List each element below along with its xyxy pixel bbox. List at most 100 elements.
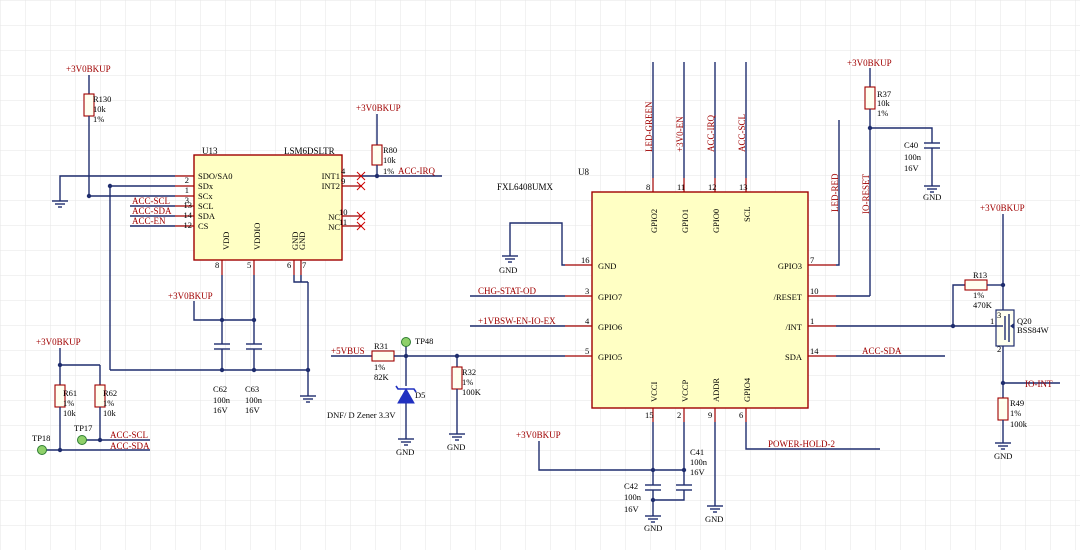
svg-text:1%: 1%: [462, 377, 473, 387]
svg-text:/RESET: /RESET: [774, 292, 803, 302]
svg-text:1%: 1%: [973, 290, 984, 300]
svg-text:GPIO3: GPIO3: [778, 261, 802, 271]
svg-text:ADDR: ADDR: [711, 378, 721, 402]
net-chg-stat: CHG-STAT-OD: [478, 286, 536, 296]
net-acc-en: ACC-EN: [132, 216, 166, 226]
svg-text:1%: 1%: [877, 108, 888, 118]
net-acc-sda: ACC-SDA: [132, 206, 172, 216]
svg-text:GND: GND: [598, 261, 616, 271]
svg-text:10k: 10k: [383, 155, 397, 165]
svg-text:VCCI: VCCI: [649, 382, 659, 402]
svg-text:1: 1: [990, 316, 994, 326]
svg-text:R62: R62: [103, 388, 117, 398]
svg-text:10: 10: [810, 286, 819, 296]
svg-text:100n: 100n: [904, 152, 922, 162]
svg-text:GPIO1: GPIO1: [680, 209, 690, 233]
svg-text:10k: 10k: [93, 104, 107, 114]
svg-text:TP18: TP18: [32, 433, 50, 443]
power-label: +3V0BKUP: [66, 64, 111, 74]
u13-pin-num: 6: [287, 260, 291, 270]
power-label: +3V0BKUP: [168, 291, 213, 301]
svg-text:GPIO4: GPIO4: [742, 377, 752, 402]
net-acc-irq: ACC-IRQ: [706, 114, 716, 152]
tp48-testpoint[interactable]: TP48: [401, 336, 434, 347]
u13-pin-num: 1: [185, 185, 189, 195]
svg-text:SDA: SDA: [785, 352, 803, 362]
u13-pin-num: 9: [341, 176, 345, 186]
svg-text:GPIO5: GPIO5: [598, 352, 622, 362]
u13-pin-num: 13: [184, 200, 193, 210]
svg-text:GND: GND: [447, 442, 465, 452]
u8-ref: U8: [578, 167, 589, 177]
u13-pin-num: 12: [184, 220, 193, 230]
u13-accelerometer[interactable]: U13 LSM6DSLTR 2 1 3 13 14 12 SDO/SA0 SDx…: [175, 146, 362, 275]
u13-pin-num: 8: [215, 260, 219, 270]
svg-text:100k: 100k: [1010, 419, 1028, 429]
grid-background: [0, 0, 1080, 550]
svg-text:GND: GND: [644, 523, 662, 533]
svg-text:2: 2: [997, 344, 1001, 354]
svg-text:TP48: TP48: [415, 336, 433, 346]
svg-text:15: 15: [645, 410, 654, 420]
gnd-label: GND: [499, 265, 517, 275]
power-label: +3V0BKUP: [516, 430, 561, 440]
svg-text:100n: 100n: [213, 395, 231, 405]
svg-text:D5: D5: [415, 390, 425, 400]
svg-text:12: 12: [708, 182, 717, 192]
u13-pin-name: SCx: [198, 191, 213, 201]
svg-text:100n: 100n: [245, 395, 263, 405]
svg-text:GPIO6: GPIO6: [598, 322, 622, 332]
svg-text:16V: 16V: [690, 467, 706, 477]
schematic-canvas: U13 LSM6DSLTR 2 1 3 13 14 12 SDO/SA0 SDx…: [0, 0, 1080, 550]
svg-text:C62: C62: [213, 384, 227, 394]
svg-text:470K: 470K: [973, 300, 993, 310]
svg-text:TP17: TP17: [74, 423, 92, 433]
net-led-red: LED-RED: [830, 173, 840, 212]
u13-pin-name: VDDIO: [252, 223, 262, 250]
u13-pin-name: SDA: [198, 211, 216, 221]
svg-text:9: 9: [708, 410, 712, 420]
power-label: +3V0BKUP: [356, 103, 401, 113]
svg-text:16V: 16V: [213, 405, 229, 415]
svg-text:GND: GND: [923, 192, 941, 202]
net-led-green: LED-GREEN: [644, 101, 654, 152]
svg-text:10k: 10k: [877, 98, 891, 108]
svg-text:3: 3: [997, 310, 1001, 320]
svg-text:6: 6: [739, 410, 743, 420]
svg-text:R31: R31: [374, 341, 388, 351]
u13-part: LSM6DSLTR: [284, 146, 335, 156]
svg-text:GPIO2: GPIO2: [649, 209, 659, 233]
svg-text:100n: 100n: [690, 457, 708, 467]
u13-pin-num: 14: [184, 210, 193, 220]
svg-text:R80: R80: [383, 145, 397, 155]
u13-pin-num: 7: [302, 260, 306, 270]
svg-text:1: 1: [810, 316, 814, 326]
svg-text:R13: R13: [973, 270, 987, 280]
net-acc-sda: ACC-SDA: [110, 441, 150, 451]
u13-pin-name: SDO/SA0: [198, 171, 232, 181]
svg-text:16: 16: [581, 255, 590, 265]
svg-text:1%: 1%: [374, 362, 385, 372]
net-io-int: IO-INT: [1025, 379, 1053, 389]
u13-pin-name: SDx: [198, 181, 214, 191]
net-acc-sda: ACC-SDA: [862, 346, 902, 356]
svg-text:1%: 1%: [63, 398, 74, 408]
svg-text:10k: 10k: [103, 408, 117, 418]
svg-text:GPIO0: GPIO0: [711, 209, 721, 233]
svg-text:C42: C42: [624, 481, 638, 491]
svg-text:16V: 16V: [624, 504, 640, 514]
u13-pin-name: INT1: [322, 171, 340, 181]
svg-text:R49: R49: [1010, 398, 1024, 408]
svg-text:C63: C63: [245, 384, 259, 394]
svg-text:1%: 1%: [383, 166, 394, 176]
svg-text:R61: R61: [63, 388, 77, 398]
svg-text:GPIO7: GPIO7: [598, 292, 622, 302]
svg-text:11: 11: [677, 182, 685, 192]
u13-pin-name: VDD: [221, 232, 231, 250]
net-acc-scl: ACC-SCL: [132, 196, 170, 206]
svg-text:SCL: SCL: [742, 206, 752, 222]
u13-pin-name: GND: [297, 232, 307, 250]
svg-text:C41: C41: [690, 447, 704, 457]
net-acc-scl: ACC-SCL: [110, 430, 148, 440]
u13-ref: U13: [202, 146, 218, 156]
